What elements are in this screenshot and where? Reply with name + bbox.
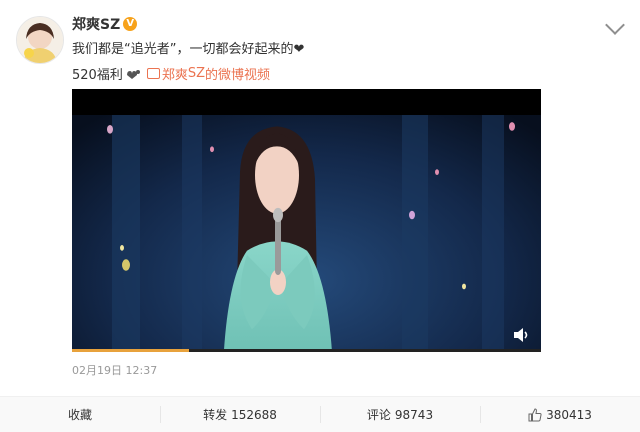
- author-row: 郑爽SZ V: [72, 14, 138, 34]
- author-name[interactable]: 郑爽SZ: [72, 14, 120, 34]
- video-player[interactable]: [72, 89, 541, 352]
- like-count: 380413: [546, 407, 592, 422]
- action-bar: 收藏 转发 152688 评论 98743 380413: [0, 396, 640, 432]
- verified-badge-icon: V: [123, 17, 138, 31]
- repost-label: 转发: [203, 408, 228, 422]
- volume-icon[interactable]: [513, 328, 531, 342]
- post-text-prefix: 520福利: [72, 68, 123, 83]
- video-link-suffix: 的微博视频: [205, 68, 271, 83]
- post-text-line1: 我们都是“追光者”，一切都会好起来的❤: [72, 42, 305, 57]
- repost-count: 152688: [231, 407, 277, 422]
- video-source-link[interactable]: 郑爽 SZ 的微博视频: [146, 64, 271, 83]
- video-progress-fill: [72, 349, 190, 352]
- repost-button[interactable]: 转发 152688: [160, 397, 320, 432]
- hug-emoji-icon: [125, 68, 141, 80]
- favorite-button[interactable]: 收藏: [0, 397, 160, 432]
- post-text-line2: 520福利 郑爽 SZ 的微博视频: [72, 64, 270, 83]
- post-timestamp[interactable]: 02月19日 12:37: [72, 362, 157, 378]
- video-link-author2: SZ: [187, 66, 206, 81]
- avatar[interactable]: [16, 16, 64, 64]
- video-link-author: 郑爽: [161, 68, 188, 83]
- video-progress-bar[interactable]: [72, 349, 541, 352]
- like-button[interactable]: 380413: [480, 397, 640, 432]
- weibo-post: 郑爽SZ V 我们都是“追光者”，一切都会好起来的❤ 520福利 郑爽 SZ 的…: [0, 0, 640, 432]
- thumbs-up-icon: [528, 407, 542, 421]
- comment-label: 评论: [366, 408, 391, 422]
- video-icon: [146, 68, 160, 79]
- comment-count: 98743: [394, 407, 434, 422]
- favorite-label: 收藏: [67, 408, 92, 422]
- more-options-chevron-icon[interactable]: [605, 15, 625, 35]
- video-frame: [72, 115, 541, 352]
- comment-button[interactable]: 评论 98743: [320, 397, 480, 432]
